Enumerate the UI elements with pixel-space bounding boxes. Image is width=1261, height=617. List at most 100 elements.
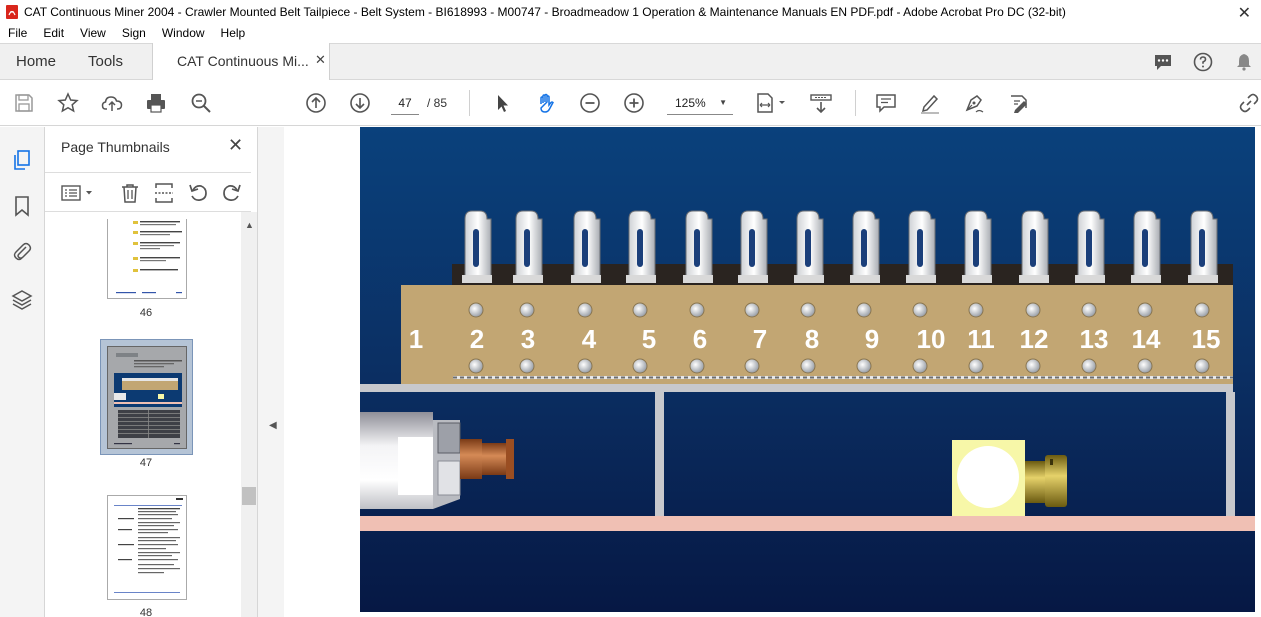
page-thumbnails-icon[interactable] <box>11 149 33 171</box>
zoom-level-select[interactable]: 125% ▼ <box>667 93 733 115</box>
link-share-icon[interactable] <box>1238 92 1260 114</box>
save-icon[interactable] <box>13 92 35 114</box>
terminal-screw <box>1025 302 1041 318</box>
page-thumbnail[interactable] <box>107 495 187 600</box>
attachment-paperclip-icon[interactable] <box>11 241 33 263</box>
thumbnails-scrollbar[interactable]: ▲ <box>241 212 257 617</box>
page-thumbnail[interactable] <box>107 219 187 299</box>
menu-sign[interactable]: Sign <box>114 26 154 40</box>
terminal-number-label: 13 <box>1080 324 1109 354</box>
comment-icon[interactable] <box>875 92 897 114</box>
menu-window[interactable]: Window <box>154 26 213 40</box>
terminal-lug <box>1075 210 1105 283</box>
terminal-number-label: 8 <box>805 324 819 354</box>
terminal-number-label: 14 <box>1132 324 1161 354</box>
tab-document-close-button[interactable]: ✕ <box>315 52 326 68</box>
fill-sign-icon[interactable] <box>1008 92 1030 114</box>
terminal-screw <box>856 358 872 374</box>
terminal-lug-foot <box>1188 275 1218 283</box>
terminal-screw <box>519 358 535 374</box>
zoom-in-icon[interactable] <box>623 92 645 114</box>
terminal-screw <box>689 358 705 374</box>
terminal-number-label: 9 <box>865 324 879 354</box>
highlight-pen-icon[interactable] <box>919 92 941 114</box>
page-number-input[interactable]: 47 <box>391 93 419 115</box>
terminal-number-label: 6 <box>693 324 707 354</box>
terminal-screw <box>968 358 984 374</box>
menu-view[interactable]: View <box>72 26 114 40</box>
previous-page-icon[interactable] <box>305 92 327 114</box>
terminal-screw <box>632 302 648 318</box>
terminal-number-label: 15 <box>1192 324 1221 354</box>
zoom-out-icon[interactable] <box>579 92 601 114</box>
terminal-number-label: 5 <box>642 324 656 354</box>
layers-icon[interactable] <box>11 289 33 311</box>
rail-support-post <box>1226 392 1235 516</box>
terminal-lug-slot <box>861 229 867 267</box>
brass-connector-notch <box>1050 459 1053 465</box>
copper-fitting <box>460 439 482 479</box>
terminal-screw <box>1194 302 1210 318</box>
panel-close-button[interactable]: ✕ <box>228 135 243 156</box>
terminal-number-label: 10 <box>917 324 946 354</box>
terminal-lug-slot <box>749 229 755 267</box>
terminal-screw <box>744 302 760 318</box>
terminal-lug-foot <box>962 275 992 283</box>
terminal-lug-foot <box>683 275 713 283</box>
thumbnail-options-menu-icon[interactable] <box>61 182 97 204</box>
select-cursor-icon[interactable] <box>491 92 513 114</box>
terminal-screw <box>1025 358 1041 374</box>
terminal-screw <box>912 358 928 374</box>
menu-edit[interactable]: Edit <box>35 26 72 40</box>
terminal-number-label: 2 <box>470 324 484 354</box>
notification-bell-icon[interactable] <box>1234 52 1254 72</box>
terminal-screw <box>1081 358 1097 374</box>
help-icon[interactable] <box>1193 52 1213 72</box>
panel-collapse-strip[interactable]: ◀ <box>258 127 284 617</box>
page-fit-icon[interactable] <box>755 92 789 114</box>
menu-help[interactable]: Help <box>213 26 254 40</box>
hand-tool-icon[interactable] <box>535 92 557 114</box>
comment-bubble-icon[interactable] <box>1153 52 1173 72</box>
panel-title: Page Thumbnails <box>61 139 170 155</box>
tab-tools[interactable]: Tools <box>88 53 123 70</box>
page-thumbnail[interactable] <box>107 346 187 449</box>
terminal-screw <box>468 358 484 374</box>
next-page-icon[interactable] <box>349 92 371 114</box>
bookmark-icon[interactable] <box>11 195 33 217</box>
rotate-counterclockwise-icon[interactable] <box>187 182 209 204</box>
thumbnails-toolbar <box>45 172 251 212</box>
sign-fountain-pen-icon[interactable] <box>963 92 985 114</box>
tab-document[interactable]: CAT Continuous Mi... ✕ <box>152 43 330 80</box>
terminal-lug-foot <box>1075 275 1105 283</box>
copper-fitting-tip <box>506 439 514 479</box>
chevron-down-icon: ▼ <box>719 98 727 107</box>
tab-home[interactable]: Home <box>16 53 56 70</box>
terminal-strip-figure: 1 2 3 4 5 6 7 8 9 10 11 12 13 14 15 <box>360 127 1255 612</box>
menu-file[interactable]: File <box>0 26 35 40</box>
star-bookmark-icon[interactable] <box>57 92 79 114</box>
rotate-clockwise-icon[interactable] <box>221 182 243 204</box>
terminal-lug <box>513 210 543 283</box>
scroll-up-arrow-icon[interactable]: ▲ <box>245 220 254 230</box>
terminal-lug-foot <box>1131 275 1161 283</box>
window-close-button[interactable]: ✕ <box>1238 3 1251 23</box>
upload-cloud-icon[interactable] <box>101 92 123 114</box>
zoom-search-icon[interactable] <box>190 92 212 114</box>
extract-pages-icon[interactable] <box>153 182 175 204</box>
terminal-lug-slot <box>524 229 530 267</box>
terminal-screw <box>1137 358 1153 374</box>
terminal-lug-slot <box>1142 229 1148 267</box>
print-icon[interactable] <box>145 92 167 114</box>
plug-white-disc <box>957 446 1019 508</box>
terminal-screw <box>577 358 593 374</box>
scrollbar-thumb[interactable] <box>242 487 256 505</box>
terminal-screw <box>744 358 760 374</box>
collapse-left-arrow-icon[interactable]: ◀ <box>269 420 277 431</box>
hex-nut-bottom <box>437 460 461 496</box>
brass-connector <box>1025 461 1045 503</box>
terminal-lug <box>1131 210 1161 283</box>
scroll-mode-icon[interactable] <box>810 92 832 114</box>
delete-trash-icon[interactable] <box>119 182 141 204</box>
mounting-rail <box>360 384 1233 392</box>
